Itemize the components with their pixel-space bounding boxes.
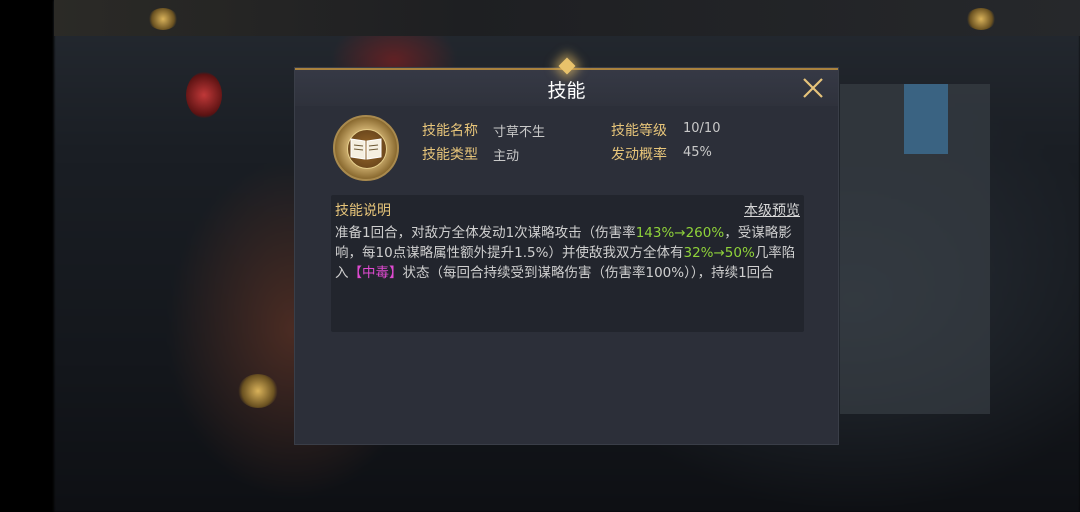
poison-status-highlight: 【中毒】 (348, 265, 403, 281)
skill-description-box: 技能说明 本级预览 准备1回合，对敌方全体发动1次谋略攻击（伤害率143%→26… (331, 195, 804, 332)
close-button[interactable] (801, 76, 825, 100)
skill-name-value: 寸草不生 (493, 125, 546, 140)
skill-level-value: 10/10 (683, 121, 721, 136)
description-segment: 状态（每回合持续受到谋略伤害（伤害率100%）），持续1回合 (402, 265, 774, 281)
skill-dialog: 技能 技能名称 寸草不生 技能等级 10/10 技能类型 主动 发动概率 45%… (294, 57, 839, 445)
skill-chance-value: 45% (683, 145, 712, 160)
dialog-title: 技能 (547, 80, 586, 102)
background-blue-tab (904, 84, 948, 154)
background-top-bar (54, 0, 1080, 36)
dialog-header: 技能 (295, 57, 838, 106)
skill-name-label: 技能名称 (422, 123, 478, 139)
level-preview-link[interactable]: 本级预览 (744, 200, 800, 220)
skill-emblem (333, 115, 399, 181)
skill-chance-label: 发动概率 (611, 147, 667, 163)
damage-rate-highlight: 143%→260% (635, 225, 725, 241)
description-segment: 准备1回合，对敌方全体发动1次谋略攻击（伤害率 (335, 225, 636, 241)
chance-highlight: 32%→50% (683, 245, 755, 261)
skill-level-label: 技能等级 (611, 123, 667, 139)
background-ornament (148, 8, 178, 30)
background-ornament (966, 8, 996, 30)
description-text: 准备1回合，对敌方全体发动1次谋略攻击（伤害率143%→260%，受谋略影响，每… (335, 223, 797, 283)
skill-type-label: 技能类型 (422, 147, 478, 163)
background-red-banner (186, 72, 222, 118)
skill-type-value: 主动 (493, 149, 520, 164)
description-title: 技能说明 (335, 203, 391, 219)
background-ornament (238, 374, 278, 408)
book-icon (350, 138, 382, 160)
close-x-icon (803, 78, 823, 98)
